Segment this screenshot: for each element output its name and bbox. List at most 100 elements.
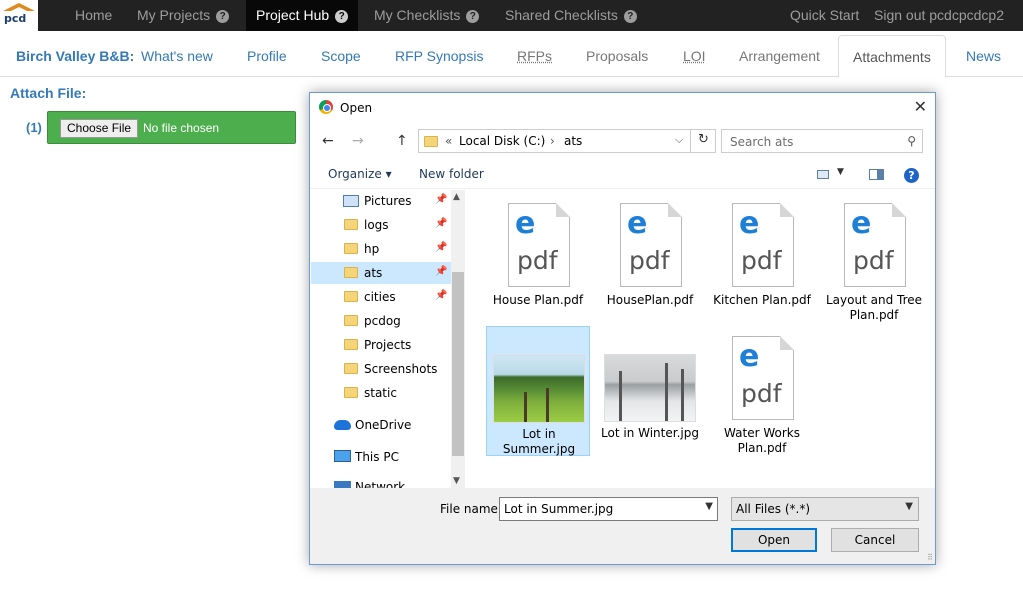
open-file-dialog: Open ✕ ← → ↑ « Local Disk (C:) › ats ⌵ ↻… xyxy=(309,92,936,565)
attachment-number: (1) xyxy=(26,120,42,135)
navigation-pane: Pictures 📌 logs 📌 hp 📌 ats 📌 cities 📌 pc… xyxy=(311,190,451,488)
organize-menu[interactable]: Organize ▾ xyxy=(328,167,392,181)
help-icon[interactable]: ? xyxy=(466,10,480,23)
tab-profile[interactable]: Profile xyxy=(247,48,287,64)
cloud-icon xyxy=(334,420,351,430)
file-name: Lot in Summer.jpg xyxy=(502,427,576,456)
sidebar-item-projects[interactable]: Projects xyxy=(311,334,451,356)
dialog-title: Open xyxy=(340,101,373,115)
search-icon[interactable]: ⚲ xyxy=(907,134,916,148)
file-name: HousePlan.pdf xyxy=(606,293,694,307)
computer-icon xyxy=(334,450,351,462)
sidebar-item-onedrive[interactable]: OneDrive xyxy=(311,414,451,436)
resize-grip-icon[interactable]: ⠿ xyxy=(927,553,933,562)
sidebar-item-network[interactable]: Network xyxy=(311,476,451,488)
attach-file-heading: Attach File: xyxy=(10,85,87,101)
dialog-toolbar: Organize ▾ New folder ▼ ? xyxy=(310,159,935,189)
top-navbar: pcd Home My Projects? Project Hub? My Ch… xyxy=(0,0,1023,31)
nav-my-projects[interactable]: My Projects? xyxy=(137,0,230,31)
file-item[interactable]: e pdf Water Works Plan.pdf xyxy=(710,326,814,456)
help-icon[interactable]: ? xyxy=(216,10,230,23)
scroll-up-icon[interactable]: ▲ xyxy=(453,192,460,202)
sidebar-item-ats[interactable]: ats 📌 xyxy=(311,262,451,284)
sidebar-item-static[interactable]: static xyxy=(311,382,451,404)
sidebar-item-pcdog[interactable]: pcdog xyxy=(311,310,451,332)
search-box[interactable]: Search ats ⚲ xyxy=(721,129,923,153)
file-item-selected[interactable]: Lot in Summer.jpg xyxy=(486,326,590,456)
pictures-icon xyxy=(343,195,359,207)
chrome-icon xyxy=(319,100,333,114)
nav-shared-checklists[interactable]: Shared Checklists? xyxy=(505,0,637,31)
nav-sign-out[interactable]: Sign out pcdcpcdcp2 xyxy=(874,0,1004,31)
tab-rfps[interactable]: RFPs xyxy=(517,48,552,64)
file-item[interactable]: Lot in Winter.jpg xyxy=(598,326,702,456)
forward-arrow-icon[interactable]: → xyxy=(352,133,364,149)
nav-home[interactable]: Home xyxy=(75,0,112,31)
help-icon[interactable]: ? xyxy=(335,10,349,23)
view-icon[interactable] xyxy=(817,170,829,179)
project-name[interactable]: Birch Valley B&B: xyxy=(16,48,134,64)
breadcrumb-separator[interactable]: › xyxy=(550,134,555,148)
tab-attachments[interactable]: Attachments xyxy=(838,35,946,78)
pdf-file-icon: e pdf xyxy=(508,203,570,287)
file-type-select[interactable]: All Files (*.*) ▼ xyxy=(731,497,919,521)
breadcrumb-folder[interactable]: ats xyxy=(564,134,582,148)
tab-proposals[interactable]: Proposals xyxy=(586,48,648,64)
sidebar-item-cities[interactable]: cities 📌 xyxy=(311,286,451,308)
tab-loi[interactable]: LOI xyxy=(683,48,706,64)
breadcrumb-overflow[interactable]: « xyxy=(445,134,452,148)
breadcrumb-drive[interactable]: Local Disk (C:) xyxy=(459,134,545,148)
file-name: Kitchen Plan.pdf xyxy=(713,293,811,307)
sidebar-item-logs[interactable]: logs 📌 xyxy=(311,214,451,236)
file-input-box[interactable]: Choose File No file chosen xyxy=(47,111,296,144)
dialog-footer: File name: Lot in Summer.jpg ▼ All Files… xyxy=(310,488,935,564)
file-name: Water Works Plan.pdf xyxy=(724,426,800,455)
search-placeholder: Search ats xyxy=(730,135,794,149)
tab-rfp-synopsis[interactable]: RFP Synopsis xyxy=(395,48,483,64)
folder-icon xyxy=(344,387,358,398)
tab-scope[interactable]: Scope xyxy=(321,48,361,64)
file-item[interactable]: e pdf Layout and Tree Plan.pdf xyxy=(822,193,926,323)
tab-whats-new[interactable]: What's new xyxy=(141,48,213,64)
file-item[interactable]: e pdf Kitchen Plan.pdf xyxy=(710,193,814,323)
pcd-logo[interactable]: pcd xyxy=(0,0,38,31)
nav-my-checklists[interactable]: My Checklists? xyxy=(374,0,480,31)
project-tabs: Birch Valley B&B: What's new Profile Sco… xyxy=(0,31,1023,78)
address-dropdown-icon[interactable]: ⌵ xyxy=(675,133,683,147)
open-button[interactable]: Open xyxy=(731,528,817,552)
image-thumbnail xyxy=(493,355,585,423)
folder-icon xyxy=(344,339,358,350)
network-icon xyxy=(334,481,351,488)
nav-quick-start[interactable]: Quick Start xyxy=(790,0,859,31)
navigation-scrollbar[interactable]: ▲ ▼ xyxy=(451,190,465,488)
file-item[interactable]: e pdf House Plan.pdf xyxy=(486,193,590,323)
tab-news[interactable]: News xyxy=(966,48,1001,64)
help-icon[interactable]: ? xyxy=(623,10,637,23)
folder-icon xyxy=(344,291,358,302)
preview-pane-icon[interactable] xyxy=(869,169,884,180)
view-dropdown-icon[interactable]: ▼ xyxy=(837,167,844,177)
file-list: e pdf House Plan.pdf e pdf HousePlan.pdf e… xyxy=(468,193,935,488)
nav-project-hub[interactable]: Project Hub? xyxy=(246,0,359,31)
sidebar-item-pictures[interactable]: Pictures 📌 xyxy=(311,190,451,212)
close-icon[interactable]: ✕ xyxy=(914,97,927,116)
folder-icon xyxy=(344,363,358,374)
file-name-input[interactable]: Lot in Summer.jpg ▼ xyxy=(499,497,718,521)
refresh-icon[interactable]: ↻ xyxy=(690,129,716,153)
scroll-down-icon[interactable]: ▼ xyxy=(453,476,460,486)
sidebar-item-this-pc[interactable]: This PC xyxy=(311,446,451,468)
pdf-file-icon: e pdf xyxy=(620,203,682,287)
new-folder-button[interactable]: New folder xyxy=(419,167,484,181)
up-arrow-icon[interactable]: ↑ xyxy=(396,133,408,149)
chevron-down-icon[interactable]: ▼ xyxy=(705,501,713,512)
sidebar-item-screenshots[interactable]: Screenshots xyxy=(311,358,451,380)
scroll-thumb[interactable] xyxy=(452,272,464,456)
help-icon[interactable]: ? xyxy=(904,168,919,183)
file-item[interactable]: e pdf HousePlan.pdf xyxy=(598,193,702,323)
tab-arrangement[interactable]: Arrangement xyxy=(739,48,820,64)
back-arrow-icon[interactable]: ← xyxy=(322,133,334,149)
address-bar[interactable]: « Local Disk (C:) › ats ⌵ xyxy=(418,129,716,153)
choose-file-button[interactable]: Choose File xyxy=(60,119,139,138)
cancel-button[interactable]: Cancel xyxy=(831,528,919,552)
sidebar-item-hp[interactable]: hp 📌 xyxy=(311,238,451,260)
